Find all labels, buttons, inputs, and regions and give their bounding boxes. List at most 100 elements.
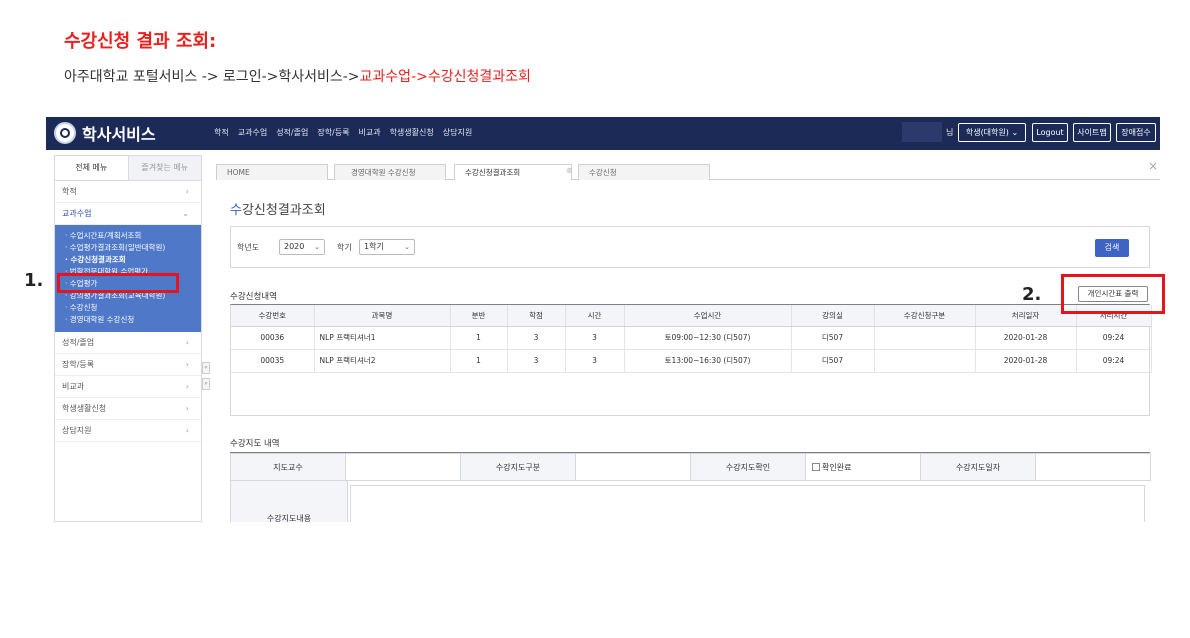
page-title: 수강신청결과조회 [230,199,326,218]
role-select[interactable]: 학생(대학원) ⌄ [958,123,1026,142]
tab-favorite-menu[interactable]: 즐겨찾는 메뉴 [127,156,201,180]
sidebar-item-label: 상담지원 [62,426,92,435]
topmenu-item-counseling[interactable]: 상담지원 [443,127,472,138]
step-1-marker: 1. [24,270,44,291]
tab-home[interactable]: HOME [216,164,328,180]
submenu-item-timetable[interactable]: · 수업시간표/계획서조회 [55,230,201,241]
column-header[interactable]: 학점 [507,305,566,327]
submenu-item-enroll[interactable]: · 수강신청 [55,302,201,313]
table-cell: 09:24 [1076,326,1152,350]
table-row[interactable]: 00035 NLP 프랙티셔너2 1 3 3 토13:00~16:30 (디50… [231,349,1152,373]
topmenu-item-extracurricular[interactable]: 비교과 [358,127,380,138]
sidebar-item-label: 성적/졸업 [62,338,95,347]
close-icon[interactable]: × [1148,159,1158,173]
guide-table: 지도교수 수강지도구분 수강지도확인 확인완료 수강지도일자 수강지도내용 [230,452,1151,522]
tab-mba-enroll[interactable]: 경영대학원 수강신청 [334,164,446,180]
sidebar-item-label: 학생생활신청 [62,404,107,413]
submenu-item-eval-result-grad[interactable]: · 수업평가결과조회(일반대학원) [55,242,201,253]
chevron-down-icon: ⌄ [404,243,410,251]
table-cell: 2020-01-28 [975,326,1077,350]
step-1-highlight-box [57,273,179,293]
table-header-row: 수강번호 과목명 분반 학점 시간 수업시간 강의실 수강신청구분 처리일자 처… [231,305,1152,327]
submenu-item-enroll-result[interactable]: · 수강신청결과조회 [55,254,201,265]
disabled-access-button[interactable]: 장애접수 [1116,123,1156,142]
confirm-checkbox[interactable] [812,462,820,471]
column-header[interactable]: 강의실 [791,305,875,327]
topmenu-item-courses[interactable]: 교과수업 [238,127,267,138]
sitemap-button[interactable]: 사이트맵 [1073,123,1111,142]
topmenu-item-student-life[interactable]: 학생생활신청 [390,127,434,138]
logo-text: 학사서비스 [82,125,156,144]
sidebar-item-counseling[interactable]: 상담지원 › [55,420,201,442]
sidebar-item-student-life[interactable]: 학생생활신청 › [55,398,201,420]
sidebar-item-academic[interactable]: 학적 › [55,181,201,203]
sidebar-item-extracurricular[interactable]: 비교과 › [55,376,201,398]
topmenu-item-grades[interactable]: 성적/졸업 [276,127,308,138]
tab-enroll[interactable]: 수강신청 [578,164,710,180]
column-header[interactable]: 과목명 [314,305,451,327]
step-2-marker: 2. [1022,284,1042,305]
top-navbar: 학사서비스 학적 교과수업 성적/졸업 장학/등록 비교과 학생생활신청 상담지… [46,117,1160,150]
table-cell: 디507 [791,349,875,373]
guide-date-label: 수강지도일자 [920,453,1036,481]
column-header[interactable]: 수강번호 [231,305,315,327]
guide-type-value [575,453,691,481]
table-cell: 00036 [231,326,315,350]
guide-type-label: 수강지도구분 [460,453,576,481]
table-cell: 3 [507,326,566,350]
guide-confirm-label: 수강지도확인 [690,453,806,481]
screenshot-frame: 학사서비스 학적 교과수업 성적/졸업 장학/등록 비교과 학생생활신청 상담지… [46,117,1160,522]
sidebar-item-courses[interactable]: 교과수업 ⌄ [55,203,201,225]
logo[interactable]: 학사서비스 [54,121,156,145]
guide-content-textarea[interactable] [350,485,1145,522]
table-cell: NLP 프랙티셔너2 [314,349,451,373]
top-menu: 학적 교과수업 성적/졸업 장학/등록 비교과 학생생활신청 상담지원 [214,127,472,138]
topmenu-item-academic[interactable]: 학적 [214,127,229,138]
chevron-down-icon: ⌄ [314,243,320,251]
chevron-right-icon: › [185,382,189,391]
sidebar-toggle: « » [202,362,210,394]
collapse-left-icon[interactable]: « [202,362,210,374]
chevron-down-icon: ⌄ [182,209,189,218]
column-header[interactable]: 분반 [450,305,508,327]
topmenu-item-scholarship[interactable]: 장학/등록 [317,127,349,138]
logout-button[interactable]: Logout [1032,123,1068,142]
submenu-item-mba-enroll[interactable]: · 경영대학원 수강신청 [55,314,201,325]
sidebar-item-grades[interactable]: 성적/졸업 › [55,332,201,354]
doc-path: 아주대학교 포털서비스 -> 로그인->학사서비스->교과수업->수강신청결과조… [64,66,531,86]
guide-content-label: 수강지도내용 [230,480,348,522]
search-button[interactable]: 검색 [1095,239,1129,257]
chevron-right-icon: › [185,426,189,435]
tab-all-menu[interactable]: 전체 메뉴 [55,156,128,180]
chevron-right-icon: › [185,187,189,196]
enroll-section-title: 수강신청내역 [230,292,277,302]
logo-emblem-icon [54,122,76,144]
table-cell: 09:24 [1076,349,1152,373]
expand-right-icon[interactable]: » [202,378,210,390]
column-header[interactable]: 수강신청구분 [874,305,976,327]
chevron-down-icon: ⌄ [1011,128,1019,137]
term-label: 학기 [337,243,352,252]
table-cell: NLP 프랙티셔너1 [314,326,451,350]
tab-label: 수강신청결과조회 [465,168,521,177]
year-select[interactable]: 2020 ⌄ [279,239,325,255]
table-row[interactable]: 00036 NLP 프랙티셔너1 1 3 3 토09:00~12:30 (디50… [231,326,1152,350]
table-cell [874,349,976,373]
table-cell: 3 [565,349,625,373]
professor-label: 지도교수 [230,453,346,481]
guide-confirm-cell: 확인완료 [805,453,921,481]
column-header[interactable]: 수업시간 [624,305,792,327]
sidebar-item-label: 비교과 [62,382,85,391]
sidebar-item-scholarship[interactable]: 장학/등록 › [55,354,201,376]
year-label: 학년도 [237,243,260,252]
column-header[interactable]: 시간 [565,305,625,327]
chevron-right-icon: › [185,338,189,347]
term-select[interactable]: 1학기 ⌄ [359,239,415,255]
step-2-highlight-box [1061,274,1165,314]
sidebar-item-label: 학적 [62,187,77,196]
chevron-right-icon: › [185,404,189,413]
sidebar-item-label: 교과수업 [62,209,92,218]
close-tab-icon[interactable]: ⊗ [566,166,573,175]
tab-enroll-result[interactable]: 수강신청결과조회 [454,164,572,180]
path-highlight: 교과수업->수강신청결과조회 [359,69,531,85]
